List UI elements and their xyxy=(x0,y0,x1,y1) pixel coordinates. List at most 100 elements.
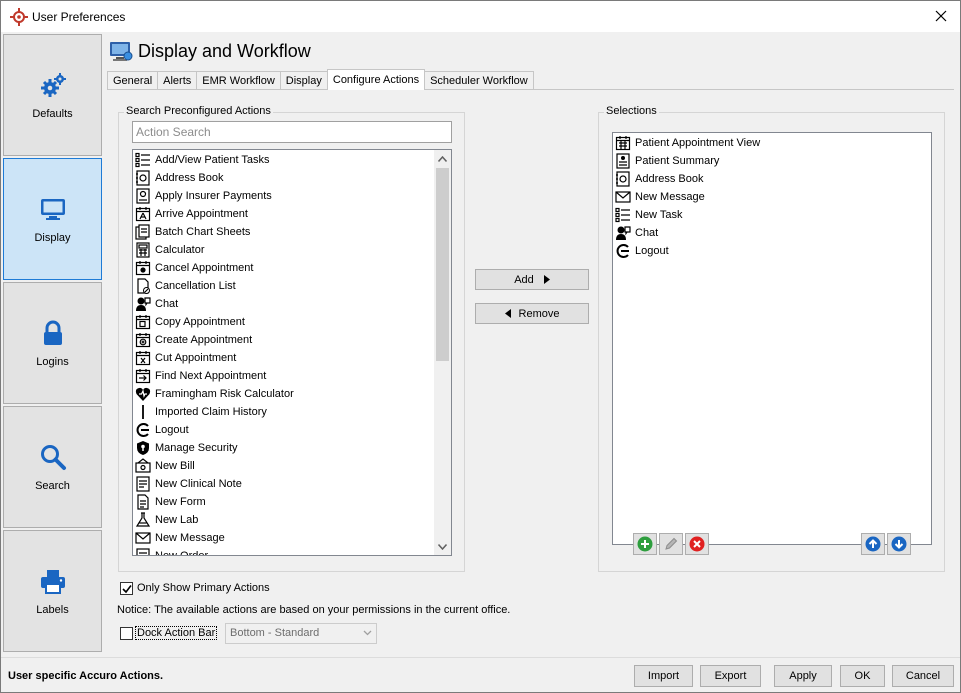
list-item-label: New Bill xyxy=(155,460,195,472)
heart-icon xyxy=(135,387,151,401)
export-button[interactable]: Export xyxy=(700,665,761,687)
add-selection-button[interactable] xyxy=(633,533,657,555)
only-primary-checkbox[interactable] xyxy=(120,582,133,595)
cancellation-list-icon xyxy=(137,278,150,294)
checkmark-icon xyxy=(121,584,132,593)
selected-action-item[interactable]: Patient Summary xyxy=(613,152,923,170)
selected-action-item[interactable]: Address Book xyxy=(613,170,923,188)
tab-scheduler-workflow[interactable]: Scheduler Workflow xyxy=(424,71,534,90)
available-action-item[interactable]: New Clinical Note xyxy=(133,475,433,493)
apply-button[interactable]: Apply xyxy=(774,665,832,687)
selected-actions-list[interactable]: Patient Appointment View Patient Summary A… xyxy=(612,132,932,545)
available-action-item[interactable]: New Bill xyxy=(133,457,433,475)
available-action-item[interactable]: Chat xyxy=(133,295,433,313)
available-action-item[interactable]: Add/View Patient Tasks xyxy=(133,151,433,169)
close-window-button[interactable] xyxy=(928,4,954,28)
available-action-item[interactable]: Create Appointment xyxy=(133,331,433,349)
tab-alerts[interactable]: Alerts xyxy=(157,71,198,90)
printer-icon xyxy=(38,566,68,596)
available-action-item[interactable]: New Lab xyxy=(133,511,433,529)
list-item-label: Address Book xyxy=(635,173,704,185)
scrollbar-thumb[interactable] xyxy=(436,168,449,361)
arrow-right-icon xyxy=(543,275,550,284)
tab-emr-workflow[interactable]: EMR Workflow xyxy=(196,71,281,90)
delete-selection-button[interactable] xyxy=(685,533,709,555)
remove-button[interactable]: Remove xyxy=(475,303,589,324)
available-action-item[interactable]: Logout xyxy=(133,421,433,439)
nav-item-defaults[interactable]: Defaults xyxy=(3,34,102,156)
bill-icon xyxy=(135,458,151,473)
available-action-item[interactable]: New Form xyxy=(133,493,433,511)
available-action-item[interactable]: Arrive Appointment xyxy=(133,205,433,223)
nav-item-labels[interactable]: Labels xyxy=(3,530,102,652)
task-list-icon xyxy=(135,152,150,168)
action-search-input[interactable] xyxy=(132,121,452,143)
list-item-label: Batch Chart Sheets xyxy=(155,226,251,238)
move-down-button[interactable] xyxy=(887,533,911,555)
tab-display[interactable]: Display xyxy=(279,71,328,90)
arrow-down-circle-icon xyxy=(891,536,907,552)
dock-position-select[interactable]: Bottom - Standard xyxy=(225,623,377,644)
arrow-left-icon xyxy=(504,309,511,318)
available-action-item[interactable]: Find Next Appointment xyxy=(133,367,433,385)
available-action-item[interactable]: New Order xyxy=(133,547,433,556)
list-item-label: New Form xyxy=(155,496,206,508)
tab-label: Alerts xyxy=(163,75,192,87)
arrow-up-circle-icon xyxy=(865,536,881,552)
dock-action-bar-checkbox[interactable] xyxy=(120,627,133,640)
ok-button[interactable]: OK xyxy=(840,665,885,687)
available-action-item[interactable]: Framingham Risk Calculator xyxy=(133,385,433,403)
nav-item-logins[interactable]: Logins xyxy=(3,282,102,404)
envelope-icon xyxy=(135,532,151,544)
nav-label-display: Display xyxy=(34,232,71,244)
scroll-up-button[interactable] xyxy=(434,150,451,167)
flask-icon xyxy=(135,512,151,527)
selected-action-item[interactable]: New Task xyxy=(613,206,923,224)
search-icon xyxy=(38,442,68,472)
available-action-item[interactable]: Manage Security xyxy=(133,439,433,457)
list-item-label: New Message xyxy=(155,532,225,544)
cancel-button-label: Cancel xyxy=(905,670,941,682)
available-actions-list[interactable]: Add/View Patient Tasks Address Book Apply … xyxy=(132,149,452,556)
available-action-item[interactable]: Cancel Appointment xyxy=(133,259,433,277)
cancel-appointment-icon xyxy=(135,261,151,276)
nav-label-labels: Labels xyxy=(36,604,69,616)
scroll-down-button[interactable] xyxy=(434,538,451,555)
nav-item-search[interactable]: Search xyxy=(3,406,102,528)
selected-actions-items: Patient Appointment View Patient Summary A… xyxy=(613,134,923,260)
delete-circle-icon xyxy=(689,536,705,552)
available-action-item[interactable]: New Message xyxy=(133,529,433,547)
actions-scrollbar[interactable] xyxy=(434,150,451,555)
order-icon xyxy=(136,548,150,555)
selected-action-item[interactable]: Chat xyxy=(613,224,923,242)
status-text: User specific Accuro Actions. xyxy=(8,670,164,682)
available-action-item[interactable]: Cut Appointment xyxy=(133,349,433,367)
available-action-item[interactable]: Batch Chart Sheets xyxy=(133,223,433,241)
selected-action-item[interactable]: Patient Appointment View xyxy=(613,134,923,152)
list-item-label: Create Appointment xyxy=(155,334,253,346)
available-action-item[interactable]: Copy Appointment xyxy=(133,313,433,331)
selected-action-item[interactable]: New Message xyxy=(613,188,923,206)
list-item-label: Copy Appointment xyxy=(155,316,245,328)
available-action-item[interactable]: Address Book xyxy=(133,169,433,187)
import-button[interactable]: Import xyxy=(634,665,693,687)
move-up-button[interactable] xyxy=(861,533,885,555)
list-item-label: New Clinical Note xyxy=(155,478,242,490)
list-item-label: New Message xyxy=(635,191,705,203)
available-action-item[interactable]: Apply Insurer Payments xyxy=(133,187,433,205)
logout-icon xyxy=(136,423,149,437)
tab-bar: General Alerts EMR Workflow Display Conf… xyxy=(107,69,534,90)
tab-configure-actions[interactable]: Configure Actions xyxy=(326,69,426,90)
list-item-label: Patient Summary xyxy=(635,155,720,167)
selected-action-item[interactable]: Logout xyxy=(613,242,923,260)
tab-general[interactable]: General xyxy=(107,71,159,90)
add-button[interactable]: Add xyxy=(475,269,589,290)
edit-selection-button[interactable] xyxy=(659,533,683,555)
cancel-button[interactable]: Cancel xyxy=(892,665,954,687)
list-item-label: New Order xyxy=(155,550,209,556)
envelope-icon xyxy=(615,191,631,203)
available-action-item[interactable]: Imported Claim History xyxy=(133,403,433,421)
nav-item-display[interactable]: Display xyxy=(3,158,102,280)
available-action-item[interactable]: Cancellation List xyxy=(133,277,433,295)
available-action-item[interactable]: Calculator xyxy=(133,241,433,259)
